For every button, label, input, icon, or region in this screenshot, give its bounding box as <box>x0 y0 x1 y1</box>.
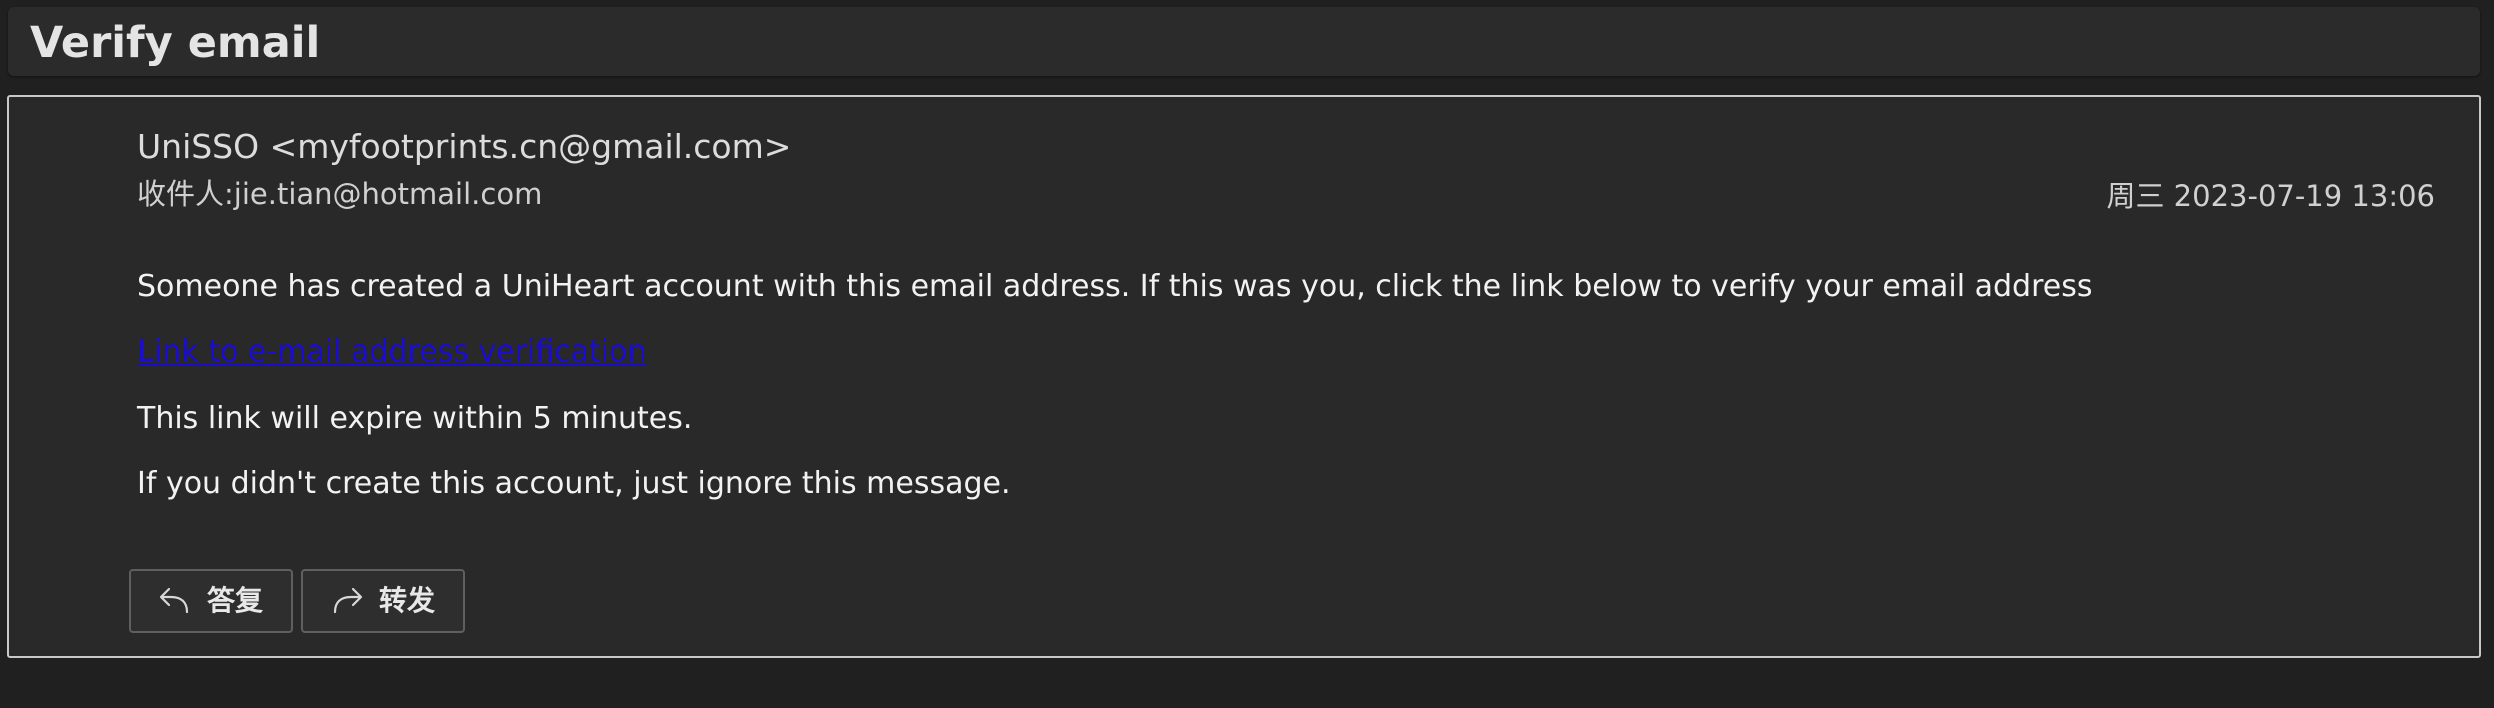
recipient-address: jie.tian@hotmail.com <box>233 177 543 211</box>
recipient-label: 收件人: <box>137 177 234 211</box>
email-subject: Verify email <box>30 18 321 68</box>
verification-link-paragraph: Link to e-mail address verification <box>137 334 646 370</box>
reply-button[interactable]: 答复 <box>129 569 293 633</box>
body-paragraph: If you didn't create this account, just … <box>137 466 1011 501</box>
forward-button[interactable]: 转发 <box>301 569 465 633</box>
sender: UniSSO <myfootprints.cn@gmail.com> <box>137 127 792 166</box>
reply-arrow-icon <box>155 581 195 621</box>
subject-bar: Verify email <box>8 7 2480 76</box>
forward-label: 转发 <box>379 584 436 617</box>
body-paragraph: This link will expire within 5 minutes. <box>137 401 693 436</box>
recipient-row: 收件人:jie.tian@hotmail.com <box>137 177 542 211</box>
forward-arrow-icon <box>327 581 367 621</box>
body-paragraph: Someone has created a UniHeart account w… <box>137 269 2093 304</box>
message-card: UniSSO <myfootprints.cn@gmail.com> 收件人:j… <box>7 95 2481 658</box>
verification-link[interactable]: Link to e-mail address verification <box>137 334 646 369</box>
message-date: 周三 2023-07-19 13:06 <box>2106 179 2435 213</box>
reply-label: 答复 <box>207 584 264 617</box>
